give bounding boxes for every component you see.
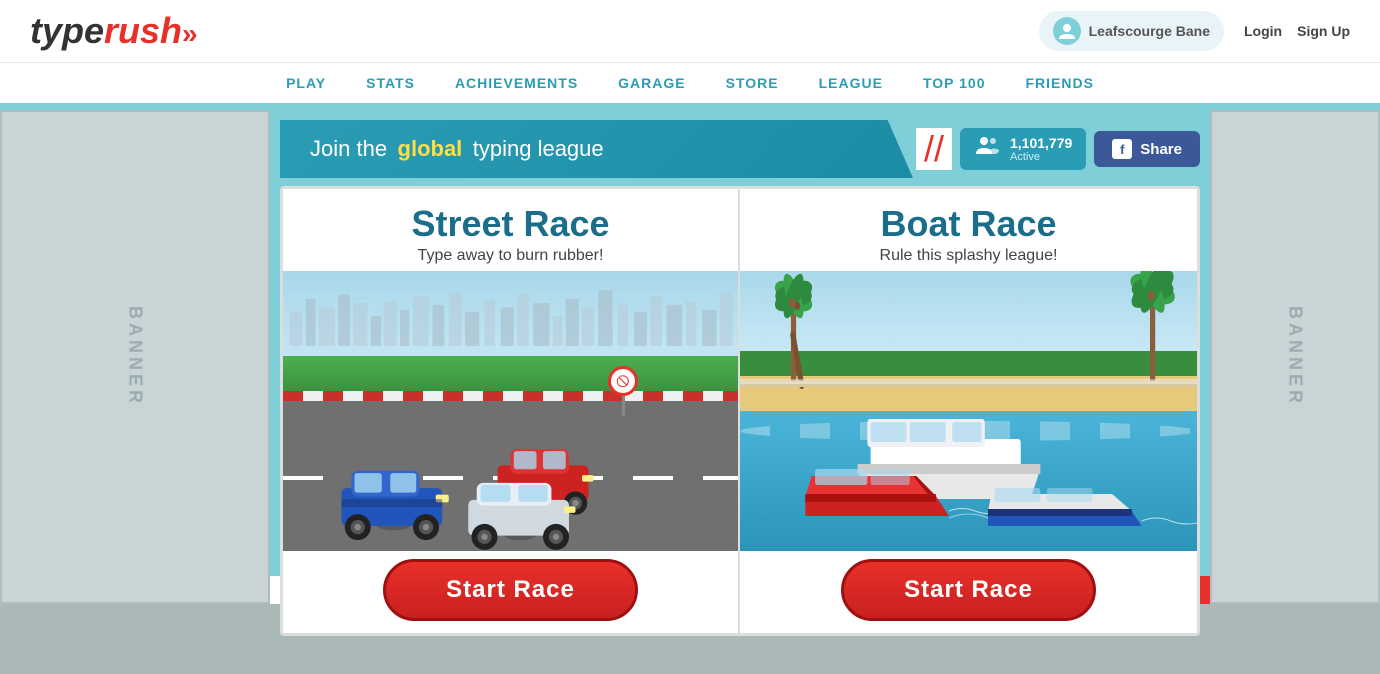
street-race-card: Street Race Type away to burn rubber! bbox=[283, 189, 740, 633]
nav-league[interactable]: LEAGUE bbox=[819, 75, 883, 91]
nav-garage[interactable]: GARAGE bbox=[618, 75, 685, 91]
boat-race-subtitle: Rule this splashy league! bbox=[740, 247, 1197, 265]
share-label: Share bbox=[1140, 141, 1182, 158]
logo-rush: rush bbox=[104, 10, 182, 51]
city-skyline-svg bbox=[283, 286, 738, 346]
active-label: Active bbox=[1010, 151, 1072, 163]
stop-sign: 🚫 bbox=[608, 366, 638, 416]
nav-friends[interactable]: FRIENDS bbox=[1025, 75, 1093, 91]
banner-right-text: BANNER bbox=[1285, 306, 1306, 407]
boats-svg bbox=[740, 271, 1197, 551]
banner-left-text: BANNER bbox=[125, 306, 146, 407]
share-button[interactable]: f Share bbox=[1094, 131, 1200, 167]
active-badge[interactable]: 1,101,779 Active bbox=[960, 128, 1086, 170]
username: Leafscourge Bane bbox=[1089, 23, 1210, 39]
typing-league-text: typing league bbox=[473, 136, 604, 162]
active-count: 1,101,779 bbox=[1010, 135, 1072, 152]
boat-scene bbox=[740, 271, 1197, 551]
street-vegetation bbox=[283, 356, 738, 396]
street-race-button[interactable]: Start Race bbox=[383, 559, 638, 621]
banner-left: BANNER bbox=[0, 110, 270, 604]
boat-race-title: Boat Race bbox=[740, 189, 1197, 247]
join-text-box: Join the global typing league bbox=[280, 120, 913, 178]
stop-post bbox=[622, 396, 625, 416]
nav-store[interactable]: STORE bbox=[726, 75, 779, 91]
main-content: Join the global typing league // 1,101,7… bbox=[270, 110, 1210, 674]
header-top: typerush» Leafscourge Bane Login Sign Up bbox=[0, 0, 1380, 62]
auth-links: Login Sign Up bbox=[1244, 23, 1350, 39]
logo-arrows: » bbox=[182, 18, 198, 49]
stop-circle: 🚫 bbox=[608, 366, 638, 396]
boat-race-button[interactable]: Start Race bbox=[841, 559, 1096, 621]
street-race-title: Street Race bbox=[283, 189, 738, 247]
join-the-text: Join the bbox=[310, 136, 387, 162]
join-actions: 1,101,779 Active f Share bbox=[960, 128, 1200, 170]
boat-race-card: Boat Race Rule this splashy league! bbox=[740, 189, 1197, 633]
street-race-subtitle: Type away to burn rubber! bbox=[283, 247, 738, 265]
navigation: PLAY STATS ACHIEVEMENTS GARAGE STORE LEA… bbox=[0, 62, 1380, 106]
race-cards: Street Race Type away to burn rubber! bbox=[280, 186, 1200, 636]
nav-play[interactable]: PLAY bbox=[286, 75, 326, 91]
nav-achievements[interactable]: ACHIEVEMENTS bbox=[455, 75, 578, 91]
nav-top100[interactable]: TOP 100 bbox=[923, 75, 986, 91]
user-profile[interactable]: Leafscourge Bane bbox=[1039, 11, 1224, 51]
banner-right: BANNER bbox=[1210, 110, 1380, 604]
header-right: Leafscourge Bane Login Sign Up bbox=[1039, 11, 1350, 51]
signup-link[interactable]: Sign Up bbox=[1297, 23, 1350, 39]
nav-stats[interactable]: STATS bbox=[366, 75, 415, 91]
global-text: global bbox=[398, 136, 463, 162]
logo[interactable]: typerush» bbox=[30, 10, 198, 52]
logo-type: type bbox=[30, 10, 104, 51]
people-icon bbox=[974, 134, 1002, 164]
avatar bbox=[1053, 17, 1081, 45]
join-slash: // bbox=[916, 128, 952, 170]
street-scene: 🚫 bbox=[283, 271, 738, 551]
cars-svg bbox=[283, 396, 738, 551]
header: typerush» Leafscourge Bane Login Sign Up… bbox=[0, 0, 1380, 106]
facebook-icon: f bbox=[1112, 139, 1132, 159]
join-banner: Join the global typing league // 1,101,7… bbox=[280, 120, 1200, 178]
login-link[interactable]: Login bbox=[1244, 23, 1282, 39]
